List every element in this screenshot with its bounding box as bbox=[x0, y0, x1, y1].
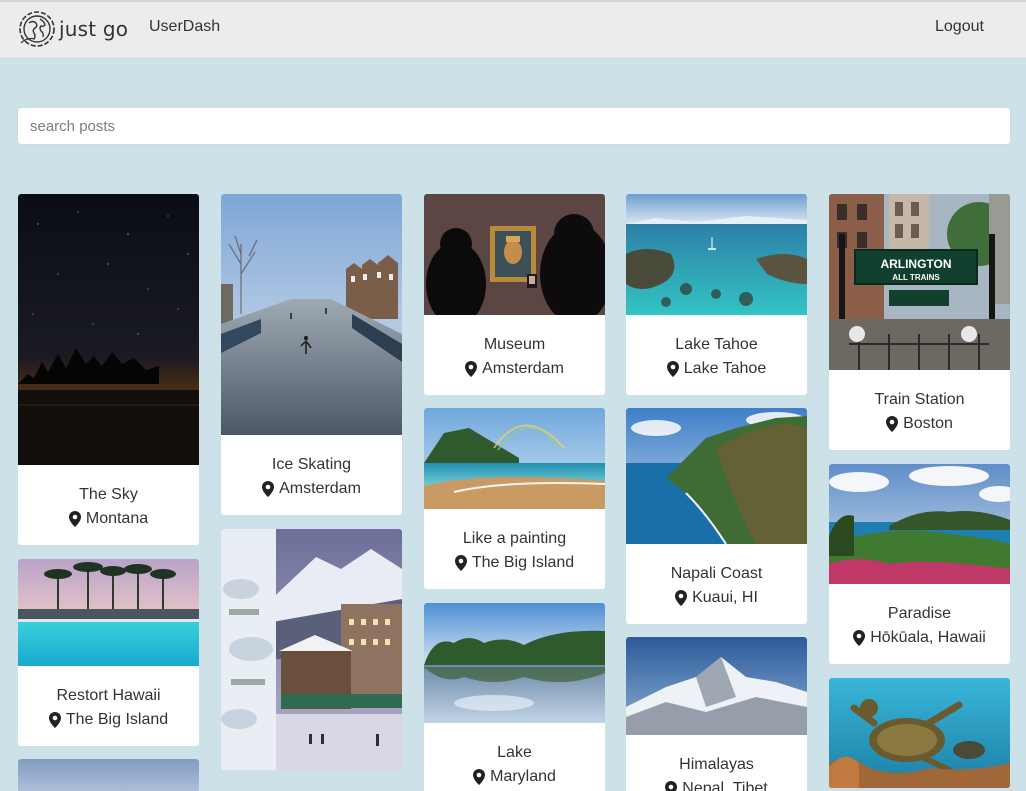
post-title: Himalayas bbox=[679, 756, 754, 773]
post-location-text: Montana bbox=[85, 510, 149, 527]
map-marker-icon bbox=[48, 712, 61, 728]
post-image bbox=[221, 194, 402, 435]
post-location: The Big Island bbox=[18, 708, 199, 732]
globe-logo-icon bbox=[19, 11, 55, 47]
post-location: The Big Island bbox=[424, 551, 605, 575]
post-body: Lake Tahoe Lake Tahoe bbox=[626, 315, 807, 395]
station-sign-line1: ARLINGTON bbox=[880, 257, 951, 271]
post-image bbox=[18, 194, 199, 465]
post-title: The Sky bbox=[79, 486, 138, 503]
post-location-text: Amsterdam bbox=[279, 480, 361, 497]
post-body: Lake Maryland bbox=[424, 723, 605, 791]
post-location: Hōkūala, Hawaii bbox=[829, 626, 1010, 650]
map-marker-icon bbox=[666, 361, 679, 377]
post-location: Boston bbox=[829, 412, 1010, 436]
logout-link[interactable]: Logout bbox=[935, 18, 984, 36]
post-card[interactable]: The Sky Montana bbox=[18, 194, 199, 545]
map-marker-icon bbox=[675, 590, 688, 606]
post-body: Ice Skating Amsterdam bbox=[221, 435, 402, 515]
post-body: The Sky Montana bbox=[18, 465, 199, 545]
brand-link[interactable]: just go bbox=[17, 8, 128, 50]
map-marker-icon bbox=[665, 781, 678, 791]
post-body: Like a painting The Big Island bbox=[424, 509, 605, 589]
map-marker-icon bbox=[454, 555, 467, 571]
map-marker-icon bbox=[262, 481, 275, 497]
post-image bbox=[221, 529, 402, 770]
post-location: Lake Tahoe bbox=[626, 357, 807, 381]
post-body: Napali Coast Kuaui, HI bbox=[626, 544, 807, 624]
post-image bbox=[424, 408, 605, 509]
post-title: Lake Tahoe bbox=[675, 336, 758, 353]
post-image bbox=[424, 194, 605, 315]
post-location-text: Maryland bbox=[490, 768, 556, 785]
post-location-text: Boston bbox=[903, 415, 953, 432]
map-marker-icon bbox=[465, 361, 478, 377]
post-location: Amsterdam bbox=[424, 357, 605, 381]
navbar: just go UserDash Logout bbox=[0, 0, 1026, 58]
post-body: Train Station Boston bbox=[829, 370, 1010, 450]
post-title: Ice Skating bbox=[271, 456, 352, 473]
map-marker-icon bbox=[853, 630, 866, 646]
post-image bbox=[829, 464, 1010, 584]
map-marker-icon bbox=[886, 416, 899, 432]
post-image bbox=[424, 603, 605, 723]
post-card[interactable]: Himalayas Nepal, Tibet bbox=[626, 637, 807, 791]
post-location-text: Nepal, Tibet bbox=[682, 780, 768, 791]
post-card[interactable]: Napali Coast Kuaui, HI bbox=[626, 408, 807, 624]
post-image bbox=[18, 759, 199, 791]
post-card[interactable] bbox=[221, 529, 402, 770]
post-title: Lake bbox=[497, 744, 532, 761]
post-card[interactable]: ARLINGTON ALL TRAINS Train Station Bosto… bbox=[829, 194, 1010, 450]
post-title: Paradise bbox=[887, 605, 952, 622]
post-location: Kuaui, HI bbox=[626, 586, 807, 610]
post-body: Museum Amsterdam bbox=[424, 315, 605, 395]
post-location: Nepal, Tibet bbox=[626, 777, 807, 791]
nav-userdash-link[interactable]: UserDash bbox=[149, 18, 220, 36]
post-image bbox=[829, 678, 1010, 788]
post-title: Restort Hawaii bbox=[56, 687, 161, 704]
post-image: ARLINGTON ALL TRAINS bbox=[829, 194, 1010, 370]
post-title: Museum bbox=[483, 336, 546, 353]
post-image bbox=[626, 408, 807, 544]
post-card[interactable]: Paradise Hōkūala, Hawaii bbox=[829, 464, 1010, 664]
post-image bbox=[626, 637, 807, 735]
post-location-text: The Big Island bbox=[471, 554, 575, 571]
post-body: Restort Hawaii The Big Island bbox=[18, 666, 199, 746]
post-location-text: Kuaui, HI bbox=[692, 589, 758, 606]
post-card[interactable] bbox=[829, 678, 1010, 788]
post-title: Like a painting bbox=[462, 530, 567, 547]
post-card[interactable]: Museum Amsterdam bbox=[424, 194, 605, 395]
post-location-text: The Big Island bbox=[65, 711, 169, 728]
post-card[interactable]: Lake Maryland bbox=[424, 603, 605, 791]
post-title: Napali Coast bbox=[670, 565, 763, 582]
post-location: Maryland bbox=[424, 765, 605, 789]
post-card[interactable]: Ice Skating Amsterdam bbox=[221, 194, 402, 515]
map-marker-icon bbox=[473, 769, 486, 785]
station-sign-line2: ALL TRAINS bbox=[892, 273, 940, 282]
post-body: Paradise Hōkūala, Hawaii bbox=[829, 584, 1010, 664]
post-location: Amsterdam bbox=[221, 477, 402, 501]
brand-name: just go bbox=[59, 17, 129, 41]
post-location-text: Lake Tahoe bbox=[683, 360, 767, 377]
post-body: Himalayas Nepal, Tibet bbox=[626, 735, 807, 791]
post-location-text: Amsterdam bbox=[482, 360, 564, 377]
post-image bbox=[626, 194, 807, 315]
post-title: Train Station bbox=[874, 391, 965, 408]
post-location: Montana bbox=[18, 507, 199, 531]
post-card[interactable]: Lake Tahoe Lake Tahoe bbox=[626, 194, 807, 395]
search-input[interactable] bbox=[17, 107, 1011, 145]
post-card[interactable] bbox=[18, 759, 199, 791]
post-image bbox=[18, 559, 199, 666]
post-card[interactable]: Restort Hawaii The Big Island bbox=[18, 559, 199, 746]
post-location-text: Hōkūala, Hawaii bbox=[870, 629, 986, 646]
map-marker-icon bbox=[68, 511, 81, 527]
post-card[interactable]: Like a painting The Big Island bbox=[424, 408, 605, 589]
